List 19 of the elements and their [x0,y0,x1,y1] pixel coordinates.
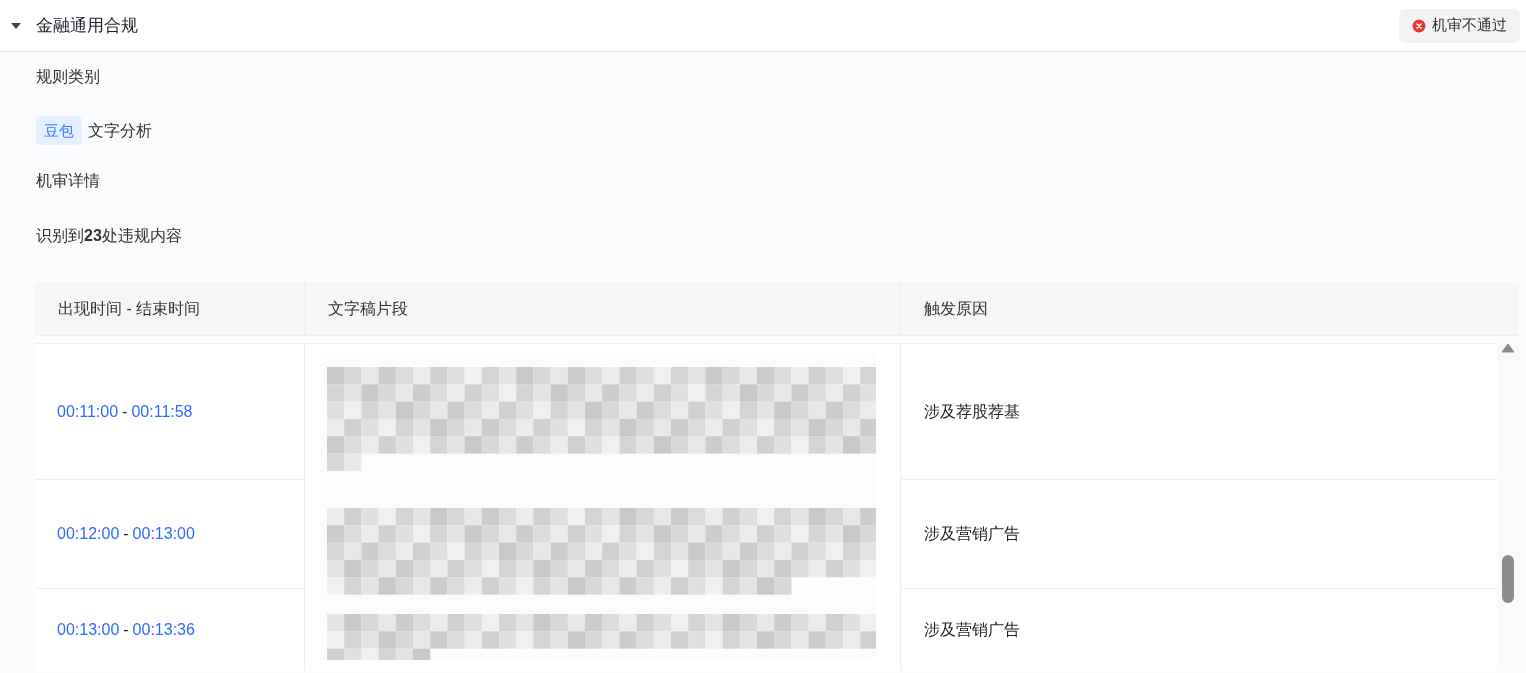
status-badge: 机审不通过 [1399,8,1520,43]
section-label: 机审详情 [36,171,100,191]
time-range: 00:11:00 - 00:11:58 [57,401,193,422]
column-header: 触发原因 [924,298,988,319]
category-text: 文字分析 [88,120,152,141]
scrollbar-thumb[interactable] [1502,555,1514,603]
column-header: 出现时间 - 结束时间 [58,298,201,319]
column-header: 文字稿片段 [328,298,408,319]
summary-text: 识别到23处违规内容 [36,226,182,246]
reason-text: 涉及营销广告 [924,620,1020,640]
reason-text: 涉及营销广告 [924,524,1020,544]
scroll-up-icon[interactable] [1501,343,1515,353]
section-label: 规则类别 [36,67,100,87]
error-icon [1412,18,1426,33]
time-range: 00:12:00 - 00:13:00 [57,524,195,544]
time-range: 00:13:00 - 00:13:36 [57,620,195,640]
tag: 豆包 [36,116,82,145]
reason-text: 涉及荐股荐基 [924,401,1020,422]
panel-title: 金融通用合规 [36,14,138,37]
